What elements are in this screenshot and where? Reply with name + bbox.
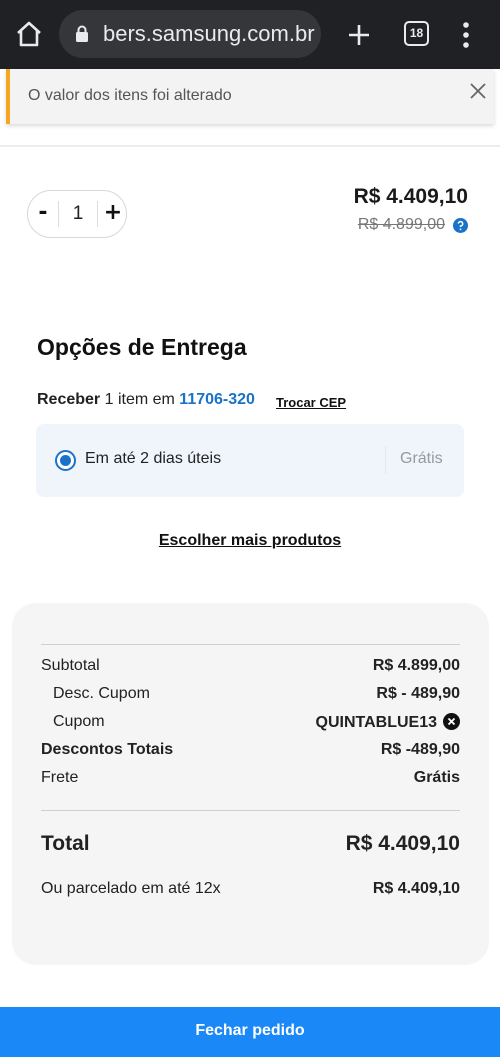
divider [0, 145, 500, 147]
price-changed-notification: O valor dos itens foi alterado [6, 69, 494, 124]
home-icon[interactable] [15, 20, 43, 48]
address-bar[interactable]: bers.samsung.com.br [59, 10, 321, 58]
remove-coupon-icon[interactable] [443, 713, 460, 730]
more-menu-icon[interactable] [458, 21, 474, 49]
new-tab-icon[interactable] [346, 22, 372, 48]
current-price: R$ 4.409,10 [353, 185, 468, 208]
original-price: R$ 4.899,00 [357, 216, 445, 233]
total-discounts-value: R$ -489,90 [380, 741, 460, 758]
order-summary: Subtotal R$ 4.899,00 Desc. Cupom R$ - 48… [12, 603, 489, 965]
shipping-option-label: Em até 2 dias úteis [85, 450, 222, 467]
shipping-option-price: Grátis [400, 450, 443, 467]
divider [385, 446, 386, 474]
coupon-code: QUINTABLUE13 [315, 714, 438, 731]
divider [41, 810, 460, 811]
total-value: R$ 4.409,10 [345, 832, 460, 855]
total-label: Total [41, 832, 90, 855]
change-cep-link[interactable]: Trocar CEP [276, 395, 346, 410]
receive-prefix: Receber [37, 391, 101, 408]
subtotal-label: Subtotal [41, 657, 100, 674]
shipping-option[interactable]: Em até 2 dias úteis Grátis [36, 424, 464, 497]
quantity-value[interactable]: 1 [59, 191, 97, 237]
coupon-discount-label: Desc. Cupom [53, 685, 150, 702]
delivery-options-title: Opções de Entrega [37, 334, 247, 360]
shipping-option-radio[interactable] [55, 450, 76, 471]
notification-message: O valor dos itens foi alterado [28, 87, 232, 104]
checkout-button[interactable]: Fechar pedido [0, 1007, 500, 1057]
tab-switcher-button[interactable]: 18 [404, 21, 429, 46]
coupon-code-wrap: QUINTABLUE13 [315, 713, 460, 732]
cep-value: 11706-320 [179, 391, 255, 408]
increase-quantity-button[interactable]: + [98, 191, 128, 237]
close-icon[interactable] [469, 82, 487, 100]
installments-value: R$ 4.409,10 [372, 880, 460, 897]
receive-middle: 1 item em [100, 391, 180, 408]
url-text: bers.samsung.com.br [103, 21, 315, 46]
delivery-receive-info: Receber 1 item em 11706-320 [37, 391, 255, 409]
coupon-label: Cupom [53, 713, 105, 730]
decrease-quantity-button[interactable]: - [28, 191, 58, 237]
subtotal-value: R$ 4.899,00 [372, 657, 460, 674]
browser-toolbar: bers.samsung.com.br 18 [0, 0, 500, 69]
divider [41, 644, 460, 645]
shipping-value: Grátis [413, 769, 460, 786]
coupon-discount-value: R$ - 489,90 [376, 685, 460, 702]
installments-label: Ou parcelado em até 12x [41, 880, 221, 897]
lock-icon [76, 25, 88, 42]
total-discounts-label: Descontos Totais [41, 741, 174, 758]
help-icon[interactable] [453, 218, 468, 233]
shipping-label: Frete [41, 769, 79, 786]
choose-more-products-link[interactable]: Escolher mais produtos [0, 532, 500, 550]
quantity-stepper: - 1 + [27, 190, 127, 238]
